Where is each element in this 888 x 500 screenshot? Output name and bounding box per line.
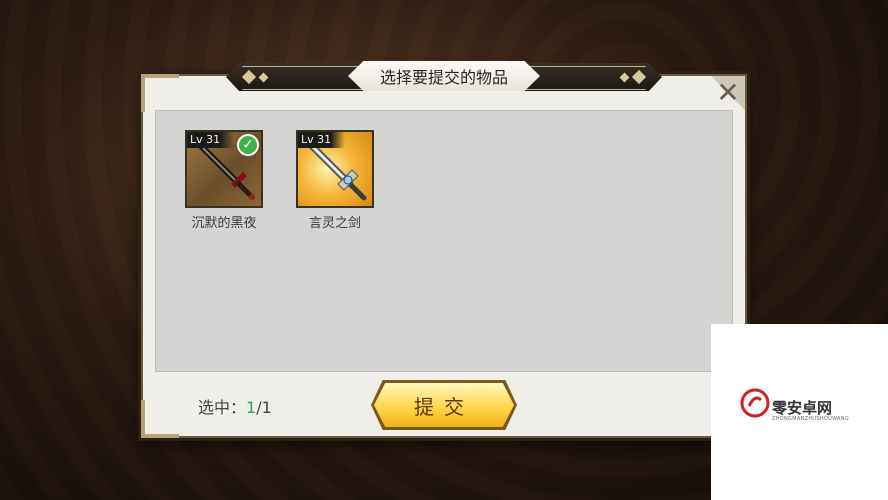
item-level: Lv 31 <box>187 132 235 148</box>
item-slot: Lv 31 ✓ <box>185 130 263 208</box>
watermark-subtext: ZHONGMANZHUSHOUWANG <box>772 416 849 422</box>
dialog-title: 选择要提交的物品 <box>348 61 540 91</box>
selected-check-icon: ✓ <box>237 134 259 156</box>
item-card-silent-night[interactable]: Lv 31 ✓ 沉默的黑夜 <box>184 130 264 231</box>
item-level: Lv 31 <box>298 132 346 148</box>
dialog-corner-ornament <box>141 400 179 438</box>
selected-count: 选中：1/1 <box>198 394 272 418</box>
watermark-logo-icon <box>740 388 770 418</box>
item-card-word-spirit-sword[interactable]: Lv 31 言灵之剑 <box>295 130 375 231</box>
watermark-brand: 零安卓网 <box>772 399 833 417</box>
dialog-corner-ornament <box>141 74 179 112</box>
selected-count-label: 选中： <box>198 398 247 417</box>
item-name: 言灵之剑 <box>308 216 361 231</box>
item-name: 沉默的黑夜 <box>191 216 257 231</box>
selected-count-total: /1 <box>256 398 272 417</box>
dialog-title-banner: 选择要提交的物品 <box>226 60 662 94</box>
close-button[interactable]: ✕ <box>711 76 745 110</box>
close-x-icon: ✕ <box>716 76 740 109</box>
selected-count-current: 1 <box>246 398 257 417</box>
submit-button[interactable]: 提交 <box>374 383 514 427</box>
item-slot: Lv 31 <box>296 130 374 208</box>
